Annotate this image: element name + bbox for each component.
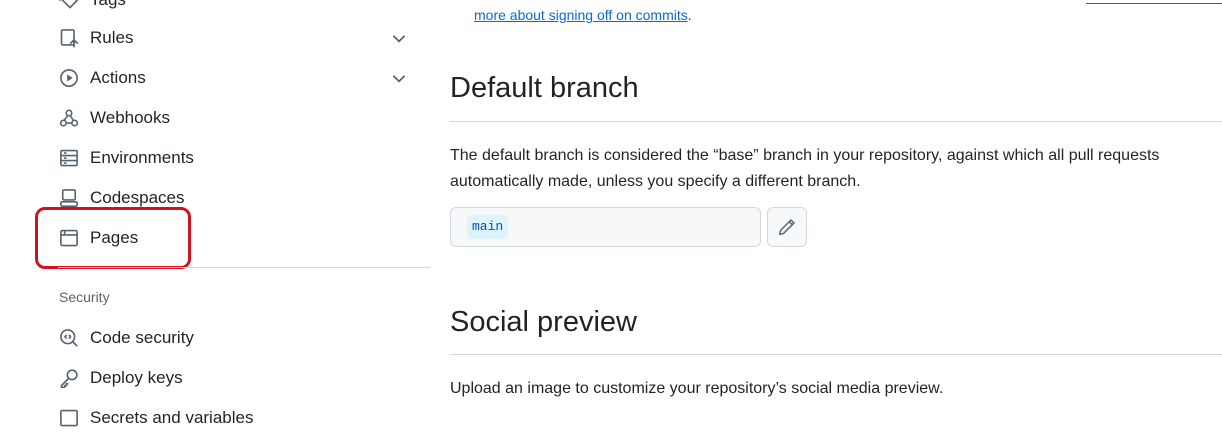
webhook-icon [58,107,80,129]
heading-divider [450,121,1222,122]
asterisk-icon [58,407,80,429]
tag-icon [58,0,80,11]
settings-sidebar: Tags Rules Actions Webhooks Environments… [0,0,430,427]
sidebar-item-label: Code security [90,328,194,347]
rules-icon [58,27,80,49]
codespaces-icon [58,187,80,209]
codescan-icon [58,327,80,349]
signoff-commits-link[interactable]: more about signing off on commits [474,7,688,23]
pencil-icon [778,219,795,236]
sidebar-item-label: Tags [90,0,126,10]
sidebar-item-tags[interactable]: Tags [58,0,418,17]
key-icon [58,367,80,389]
branch-name-pill: main [467,215,509,239]
sidebar-item-label: Deploy keys [90,368,183,387]
sidebar-item-code-security[interactable]: Code security [58,321,418,355]
default-branch-heading: Default branch [450,72,639,104]
chevron-down-icon[interactable] [390,29,408,47]
pages-highlight-box [35,207,191,269]
edit-default-branch-button[interactable] [767,207,807,247]
sidebar-item-actions[interactable]: Actions [58,61,418,95]
social-preview-heading: Social preview [450,306,637,338]
sidebar-item-label: Actions [90,68,146,87]
heading-divider [450,354,1222,355]
social-preview-description: Upload an image to customize your reposi… [450,380,944,397]
sidebar-item-rules[interactable]: Rules [58,21,418,55]
play-icon [58,67,80,89]
default-branch-description-line1: The default branch is considered the “ba… [450,147,1160,164]
sidebar-item-label: Secrets and variables [90,408,254,427]
sidebar-item-environments[interactable]: Environments [58,141,418,175]
sidebar-item-label: Environments [90,148,194,167]
sidebar-section-security: Security [59,289,110,305]
server-icon [58,147,80,169]
sidebar-item-label: Codespaces [90,188,185,207]
sidebar-item-label: Rules [90,28,134,47]
sidebar-divider [58,267,430,268]
sidebar-item-webhooks[interactable]: Webhooks [58,101,418,135]
signoff-text: more about signing off on commits. [474,7,692,23]
default-branch-description-line2: automatically made, unless you specify a… [450,173,861,190]
sidebar-item-secrets[interactable]: Secrets and variables [58,401,418,435]
chevron-down-icon[interactable] [390,69,408,87]
sidebar-item-label: Webhooks [90,108,171,127]
top-truncated-link[interactable] [1086,0,1222,4]
sidebar-item-deploy-keys[interactable]: Deploy keys [58,361,418,395]
default-branch-field: main [450,207,761,247]
